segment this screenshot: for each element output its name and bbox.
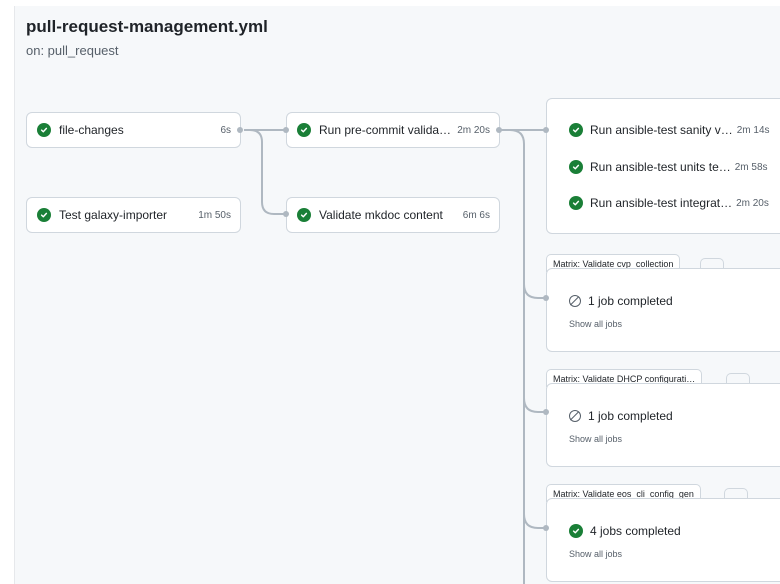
show-all-jobs-link[interactable]: Show all jobs bbox=[569, 549, 622, 559]
check-circle-icon bbox=[569, 123, 583, 137]
connector-dot bbox=[496, 127, 502, 133]
job-name: Run pre-commit validati… bbox=[319, 123, 452, 137]
show-all-jobs-link[interactable]: Show all jobs bbox=[569, 319, 622, 329]
job-name: Run ansible-test integrat… bbox=[590, 196, 733, 210]
show-all-jobs-link[interactable]: Show all jobs bbox=[569, 434, 622, 444]
connector-dot bbox=[543, 127, 549, 133]
connector-dot bbox=[543, 525, 549, 531]
check-circle-icon bbox=[297, 208, 311, 222]
job-name: Test galaxy-importer bbox=[59, 208, 168, 222]
ansible-test-job-group: Run ansible-test sanity v… 2m 14s Run an… bbox=[546, 98, 780, 234]
job-duration: 2m 20s bbox=[457, 124, 490, 136]
job-name: file-changes bbox=[59, 123, 124, 137]
connector-dot bbox=[543, 409, 549, 415]
connector-dot bbox=[283, 211, 289, 217]
check-circle-icon bbox=[37, 123, 51, 137]
job-duration: 2m 20s bbox=[736, 197, 769, 209]
job-name: Run ansible-test units te… bbox=[590, 160, 731, 174]
skip-icon bbox=[569, 295, 581, 307]
job-duration: 6m 6s bbox=[462, 209, 490, 221]
check-circle-icon bbox=[569, 524, 583, 538]
matrix-validate-dhcp[interactable]: 1 job completed Show all jobs bbox=[546, 383, 780, 467]
matrix-summary: 1 job completed bbox=[588, 294, 673, 308]
matrix-validate-cvp-collection[interactable]: 1 job completed Show all jobs bbox=[546, 268, 780, 352]
check-circle-icon bbox=[569, 196, 583, 210]
job-validate-mkdoc[interactable]: Validate mkdoc content 6m 6s bbox=[286, 197, 500, 233]
check-circle-icon bbox=[37, 208, 51, 222]
job-name: Validate mkdoc content bbox=[319, 208, 443, 222]
job-ansible-sanity[interactable]: Run ansible-test sanity v… 2m 14s bbox=[569, 123, 770, 137]
job-duration: 1m 50s bbox=[198, 209, 231, 221]
check-circle-icon bbox=[297, 123, 311, 137]
job-duration: 2m 14s bbox=[736, 124, 770, 136]
job-ansible-integration[interactable]: Run ansible-test integrat… 2m 20s bbox=[569, 196, 769, 210]
job-run-pre-commit[interactable]: Run pre-commit validati… 2m 20s bbox=[286, 112, 500, 148]
job-duration: 6s bbox=[220, 124, 231, 136]
job-ansible-units[interactable]: Run ansible-test units te… 2m 58s bbox=[569, 160, 768, 174]
skip-icon bbox=[569, 410, 581, 422]
matrix-summary: 4 jobs completed bbox=[590, 524, 681, 538]
job-name: Run ansible-test sanity v… bbox=[590, 123, 733, 137]
job-duration: 2m 58s bbox=[734, 161, 768, 173]
connector-dot bbox=[283, 127, 289, 133]
connector-dot bbox=[237, 127, 243, 133]
matrix-validate-eos-cli-config-gen[interactable]: 4 jobs completed Show all jobs bbox=[546, 498, 780, 582]
job-test-galaxy-importer[interactable]: Test galaxy-importer 1m 50s bbox=[26, 197, 241, 233]
connector-dot bbox=[543, 295, 549, 301]
check-circle-icon bbox=[569, 160, 583, 174]
job-file-changes[interactable]: file-changes 6s bbox=[26, 112, 241, 148]
matrix-summary: 1 job completed bbox=[588, 409, 673, 423]
